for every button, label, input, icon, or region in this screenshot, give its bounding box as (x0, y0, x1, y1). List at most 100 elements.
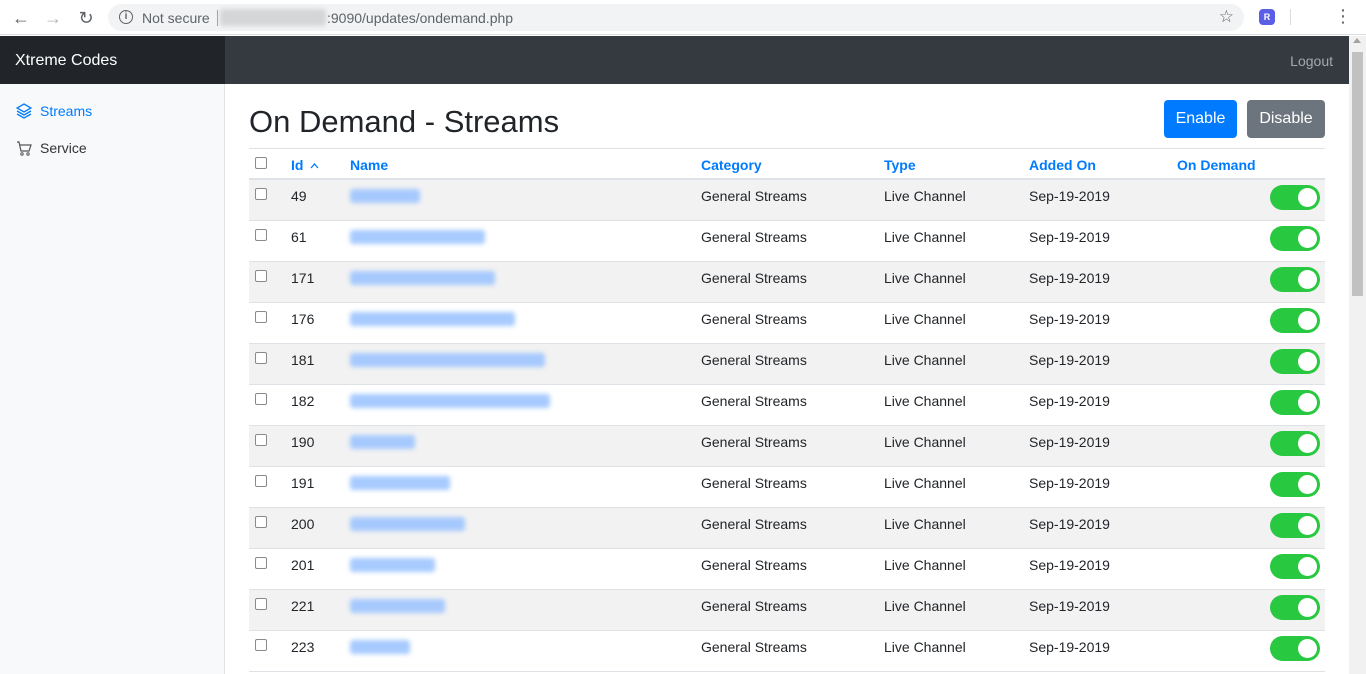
on-demand-toggle[interactable] (1270, 226, 1320, 251)
row-checkbox[interactable] (255, 434, 267, 446)
row-checkbox[interactable] (255, 352, 267, 364)
cell-type: Live Channel (884, 393, 966, 409)
column-header-type[interactable]: Type (884, 157, 916, 173)
scrollbar[interactable] (1349, 36, 1366, 674)
url-host-redacted (220, 9, 326, 26)
row-checkbox[interactable] (255, 393, 267, 405)
column-label: Id (291, 157, 304, 173)
table-header: Id Name Category Type Added On On Demand (249, 149, 1325, 180)
table-row: 221 General Streams Live Channel Sep-19-201… (249, 590, 1325, 631)
cell-type: Live Channel (884, 311, 966, 327)
sidebar-item-streams[interactable]: Streams (16, 101, 92, 121)
table-row: 191 General Streams Live Channel Sep-19-201… (249, 467, 1325, 508)
cell-name-redacted[interactable] (350, 476, 450, 490)
toggle-knob (1298, 475, 1317, 494)
cell-type: Live Channel (884, 188, 966, 204)
info-icon[interactable]: i (119, 10, 133, 24)
cell-added-on: Sep-19-2019 (1029, 311, 1110, 327)
on-demand-toggle[interactable] (1270, 513, 1320, 538)
column-header-name[interactable]: Name (350, 157, 388, 173)
cell-name-redacted[interactable] (350, 189, 420, 203)
row-checkbox[interactable] (255, 516, 267, 528)
on-demand-toggle[interactable] (1270, 636, 1320, 661)
cell-name-redacted[interactable] (350, 640, 410, 654)
brand[interactable]: Xtreme Codes (0, 36, 225, 84)
cell-name-redacted[interactable] (350, 312, 515, 326)
scroll-up-arrow-icon[interactable] (1353, 38, 1361, 43)
on-demand-toggle[interactable] (1270, 554, 1320, 579)
extension-icon[interactable]: R (1259, 9, 1275, 25)
row-checkbox[interactable] (255, 270, 267, 282)
cell-name-redacted[interactable] (350, 271, 495, 285)
cell-name-redacted[interactable] (350, 230, 485, 244)
row-checkbox[interactable] (255, 557, 267, 569)
cart-icon (17, 141, 32, 156)
cell-category: General Streams (701, 352, 807, 368)
on-demand-toggle[interactable] (1270, 472, 1320, 497)
address-bar[interactable]: i Not secure :9090/updates/ondemand.php … (108, 4, 1244, 31)
logout-link[interactable]: Logout (1290, 53, 1333, 69)
cell-category: General Streams (701, 270, 807, 286)
browser-toolbar: ← → ↻ i Not secure :9090/updates/ondeman… (0, 0, 1366, 35)
cell-name-redacted[interactable] (350, 435, 415, 449)
toggle-knob (1298, 229, 1317, 248)
row-checkbox[interactable] (255, 598, 267, 610)
table-row: 182 General Streams Live Channel Sep-19-201… (249, 385, 1325, 426)
select-all-checkbox[interactable] (255, 157, 267, 169)
browser-menu-icon[interactable]: ⋮ (1334, 6, 1352, 27)
column-header-on-demand[interactable]: On Demand (1177, 157, 1256, 173)
page-title: On Demand - Streams (249, 104, 560, 139)
column-header-id[interactable]: Id (291, 157, 319, 173)
toggle-knob (1298, 516, 1317, 535)
enable-button[interactable]: Enable (1164, 100, 1237, 138)
streams-table: Id Name Category Type Added On On Demand… (249, 148, 1325, 672)
column-header-category[interactable]: Category (701, 157, 762, 173)
cell-category: General Streams (701, 598, 807, 614)
disable-button[interactable]: Disable (1247, 100, 1325, 138)
reload-icon[interactable]: ↻ (74, 6, 98, 30)
cell-added-on: Sep-19-2019 (1029, 557, 1110, 573)
cell-added-on: Sep-19-2019 (1029, 598, 1110, 614)
row-checkbox[interactable] (255, 475, 267, 487)
on-demand-toggle[interactable] (1270, 267, 1320, 292)
cell-added-on: Sep-19-2019 (1029, 270, 1110, 286)
on-demand-toggle[interactable] (1270, 308, 1320, 333)
table-row: 171 General Streams Live Channel Sep-19-201… (249, 262, 1325, 303)
cell-name-redacted[interactable] (350, 394, 550, 408)
scrollbar-thumb[interactable] (1352, 52, 1363, 296)
bookmark-star-icon[interactable]: ☆ (1219, 7, 1234, 27)
cell-name-redacted[interactable] (350, 599, 445, 613)
column-header-added-on[interactable]: Added On (1029, 157, 1096, 173)
cell-name-redacted[interactable] (350, 558, 435, 572)
on-demand-toggle[interactable] (1270, 390, 1320, 415)
cell-id: 200 (291, 516, 315, 532)
cell-id: 171 (291, 270, 315, 286)
sidebar-item-service[interactable]: Service (16, 138, 87, 158)
table-body: 49 General Streams Live Channel Sep-19-2019… (249, 180, 1325, 672)
url-text[interactable]: :9090/updates/ondemand.php (327, 10, 513, 26)
toggle-knob (1298, 639, 1317, 658)
cell-type: Live Channel (884, 434, 966, 450)
table-row: 190 General Streams Live Channel Sep-19-201… (249, 426, 1325, 467)
back-arrow-icon[interactable]: ← (9, 6, 33, 30)
table-row: 61 General Streams Live Channel Sep-19-2019 (249, 221, 1325, 262)
row-checkbox[interactable] (255, 229, 267, 241)
security-label: Not secure (142, 10, 210, 26)
row-checkbox[interactable] (255, 311, 267, 323)
cell-name-redacted[interactable] (350, 517, 465, 531)
toggle-knob (1298, 393, 1317, 412)
on-demand-toggle[interactable] (1270, 431, 1320, 456)
row-checkbox[interactable] (255, 188, 267, 200)
on-demand-toggle[interactable] (1270, 595, 1320, 620)
cell-name-redacted[interactable] (350, 353, 545, 367)
cell-id: 223 (291, 639, 315, 655)
cell-type: Live Channel (884, 516, 966, 532)
on-demand-toggle[interactable] (1270, 185, 1320, 210)
cell-category: General Streams (701, 188, 807, 204)
row-checkbox[interactable] (255, 639, 267, 651)
table-row: 201 General Streams Live Channel Sep-19-201… (249, 549, 1325, 590)
toggle-knob (1298, 352, 1317, 371)
on-demand-toggle[interactable] (1270, 349, 1320, 374)
forward-arrow-icon[interactable]: → (41, 6, 65, 30)
cell-type: Live Channel (884, 352, 966, 368)
